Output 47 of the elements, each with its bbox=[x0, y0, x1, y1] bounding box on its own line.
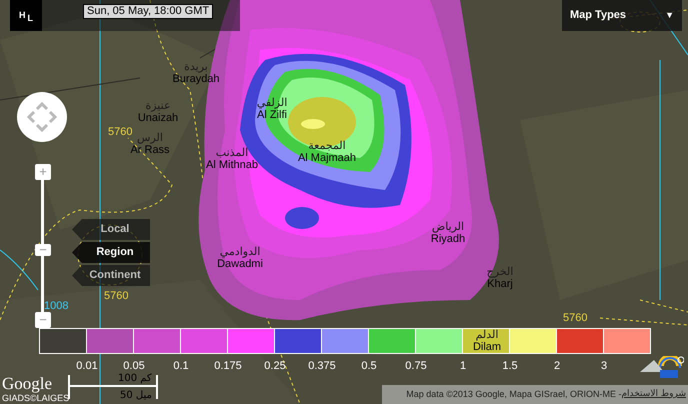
place-label: Riyadh bbox=[430, 233, 466, 245]
place-label: Dilam bbox=[472, 341, 502, 353]
legend-value: 0.375 bbox=[307, 360, 337, 372]
imagery-credit: GIADS©LAIGES bbox=[2, 393, 70, 403]
legend-value: 0.1 bbox=[172, 360, 190, 372]
place-label-arabic: الدلم bbox=[476, 328, 498, 341]
legend-value: 0.05 bbox=[122, 360, 146, 372]
legend-value: 0.25 bbox=[263, 360, 287, 372]
place-label-arabic: عنيزة bbox=[145, 99, 171, 112]
place-label-arabic: المذنب bbox=[216, 146, 248, 159]
google-logo: Google bbox=[2, 375, 52, 393]
place-label-arabic: بريدة bbox=[184, 60, 208, 73]
legend-value: 0.75 bbox=[404, 360, 428, 372]
scale-metric-label: 100 كم bbox=[118, 373, 152, 384]
contour-label: 5760 bbox=[108, 126, 132, 138]
place-label-arabic: المجمعة bbox=[308, 139, 346, 152]
legend-value: 1.5 bbox=[501, 360, 519, 372]
place-label: Unaizah bbox=[138, 112, 178, 124]
place-label-arabic: الرس bbox=[137, 131, 163, 144]
place-label: Dawadmi bbox=[217, 258, 263, 270]
place-label-arabic: الرياض bbox=[432, 220, 464, 233]
map-types-dropdown[interactable]: Map Types ▼ bbox=[562, 0, 682, 31]
dropdown-label: Map Types bbox=[570, 8, 626, 24]
scale-imperial-label: 50 ميل bbox=[120, 390, 152, 401]
scale-tab[interactable]: Region bbox=[72, 242, 150, 263]
place-label-arabic: الدوادمي bbox=[220, 245, 260, 258]
legend-value: 2 bbox=[552, 360, 562, 372]
place-label: Al Mithnab bbox=[206, 159, 258, 171]
legend-value: 0.175 bbox=[213, 360, 243, 372]
legend-value: 0.5 bbox=[360, 360, 378, 372]
logo-letter: H bbox=[19, 8, 26, 22]
place-label: Ar Rass bbox=[130, 144, 170, 156]
timestamp-label: Sun, 05 May, 18:00 GMT bbox=[83, 4, 214, 19]
contour-label: 1008 bbox=[44, 300, 68, 312]
legend-value: 1 bbox=[458, 360, 468, 372]
legend-value: 0.01 bbox=[75, 360, 99, 372]
terms-link[interactable]: شروط الاستخدام bbox=[621, 388, 686, 402]
dropdown-arrow: ▼ bbox=[665, 8, 674, 22]
pan-arrows-icon bbox=[27, 102, 57, 132]
contour-label: 5760 bbox=[563, 312, 588, 324]
legend-value: 3 bbox=[600, 360, 608, 372]
contour-label: 5760 bbox=[104, 290, 128, 302]
scale-tab[interactable]: Local bbox=[72, 219, 150, 240]
place-label: Kharj bbox=[487, 278, 513, 290]
logo-letter: L bbox=[28, 12, 33, 25]
scale-tab[interactable]: Continent bbox=[72, 265, 150, 286]
attribution-text: Map data ©2013 Google, Mapa GISrael, ORION-ME - bbox=[406, 388, 622, 401]
